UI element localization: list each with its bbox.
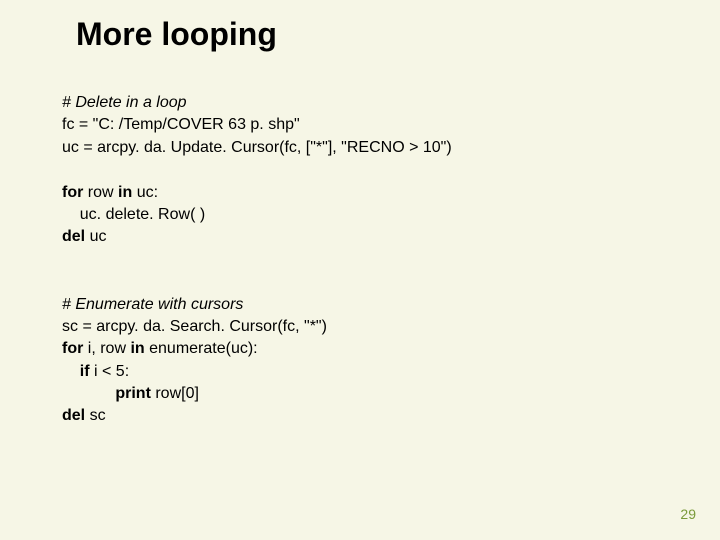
code-line [62, 159, 452, 181]
code-line: if i < 5: [62, 361, 452, 383]
code-line: # Enumerate with cursors [62, 294, 452, 316]
code-line: del uc [62, 226, 452, 248]
code-line: uc = arcpy. da. Update. Cursor(fc, ["*"]… [62, 137, 452, 159]
slide-title: More looping [76, 16, 277, 53]
page-number: 29 [680, 506, 696, 522]
code-line: for row in uc: [62, 182, 452, 204]
code-block: # Delete in a loopfc = "C: /Temp/COVER 6… [62, 92, 452, 428]
code-line [62, 249, 452, 271]
code-line: # Delete in a loop [62, 92, 452, 114]
code-line: for i, row in enumerate(uc): [62, 338, 452, 360]
code-line: uc. delete. Row( ) [62, 204, 452, 226]
code-line: print row[0] [62, 383, 452, 405]
code-line: del sc [62, 405, 452, 427]
code-line: sc = arcpy. da. Search. Cursor(fc, "*") [62, 316, 452, 338]
code-line [62, 271, 452, 293]
code-line: fc = "C: /Temp/COVER 63 p. shp" [62, 114, 452, 136]
